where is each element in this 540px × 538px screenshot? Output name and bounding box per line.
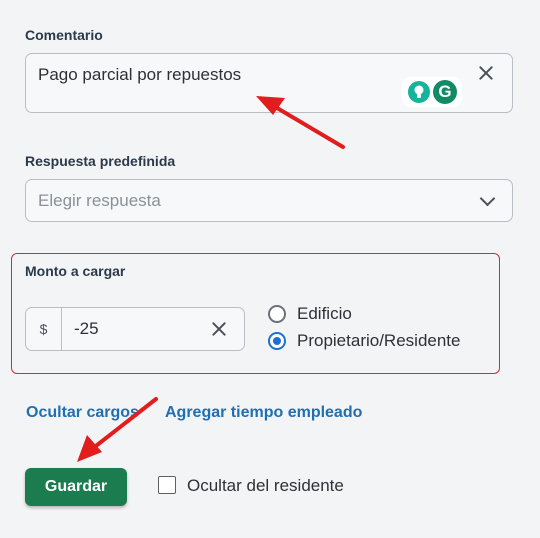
currency-symbol: $ xyxy=(26,308,62,350)
predefined-response-placeholder: Elegir respuesta xyxy=(38,191,161,210)
predefined-response-label: Respuesta predefinida xyxy=(25,153,176,169)
comment-value[interactable]: Pago parcial por repuestos xyxy=(38,65,241,85)
radio-edificio[interactable] xyxy=(268,305,286,323)
clear-amount-icon[interactable] xyxy=(210,320,228,338)
save-button[interactable]: Guardar xyxy=(25,468,127,506)
radio-propietario-residente-label[interactable]: Propietario/Residente xyxy=(297,331,460,351)
radio-propietario-residente[interactable] xyxy=(268,332,286,350)
amount-input-group[interactable]: $ -25 xyxy=(25,307,245,351)
chevron-down-icon xyxy=(479,190,496,207)
grammarly-icon[interactable]: G xyxy=(433,80,457,104)
grammarly-widget[interactable]: G xyxy=(402,77,462,107)
hide-from-resident-checkbox[interactable] xyxy=(158,476,176,494)
add-time-link[interactable]: Agregar tiempo empleado xyxy=(165,404,362,422)
clear-comment-icon[interactable] xyxy=(477,64,495,82)
radio-edificio-label[interactable]: Edificio xyxy=(297,304,352,324)
lightbulb-icon[interactable] xyxy=(408,81,430,103)
hide-charges-link[interactable]: Ocultar cargos xyxy=(26,404,139,422)
charge-label: Monto a cargar xyxy=(25,263,126,279)
comment-label: Comentario xyxy=(25,27,103,43)
hide-from-resident-label[interactable]: Ocultar del residente xyxy=(187,476,344,496)
amount-input[interactable]: -25 xyxy=(74,319,99,339)
predefined-response-select[interactable]: Elegir respuesta xyxy=(25,179,513,222)
